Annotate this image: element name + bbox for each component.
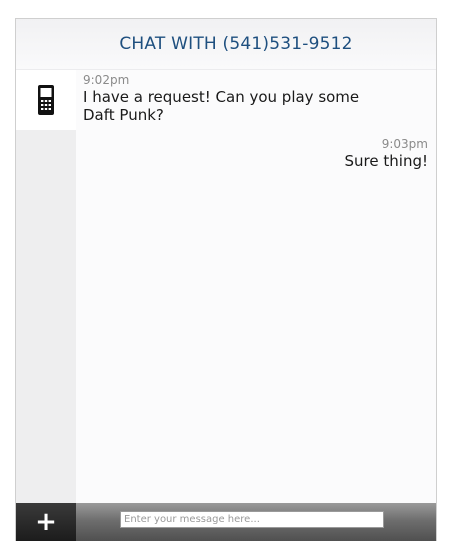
contact-avatar: [16, 70, 76, 130]
message-text: Sure thing!: [344, 152, 428, 170]
message-list[interactable]: 9:02pm I have a request! Can you play so…: [76, 70, 436, 503]
chat-title: CHAT WITH (541)531-9512: [119, 34, 353, 54]
plus-icon: +: [35, 507, 57, 537]
chat-header: CHAT WITH (541)531-9512: [16, 19, 436, 70]
message-time: 9:02pm: [83, 73, 130, 87]
chat-window: CHAT WITH (541)531-9512 9:02pm I have a …: [15, 18, 437, 541]
message-time: 9:03pm: [381, 137, 428, 151]
composer-bar: +: [16, 503, 436, 541]
add-button[interactable]: +: [16, 503, 76, 541]
left-rail: [16, 70, 76, 503]
mobile-phone-icon: [38, 85, 54, 115]
incoming-message: 9:02pm I have a request! Can you play so…: [83, 73, 383, 124]
outgoing-message: 9:03pm Sure thing!: [345, 137, 428, 170]
message-input[interactable]: [120, 511, 384, 528]
message-text: I have a request! Can you play some Daft…: [83, 88, 360, 124]
